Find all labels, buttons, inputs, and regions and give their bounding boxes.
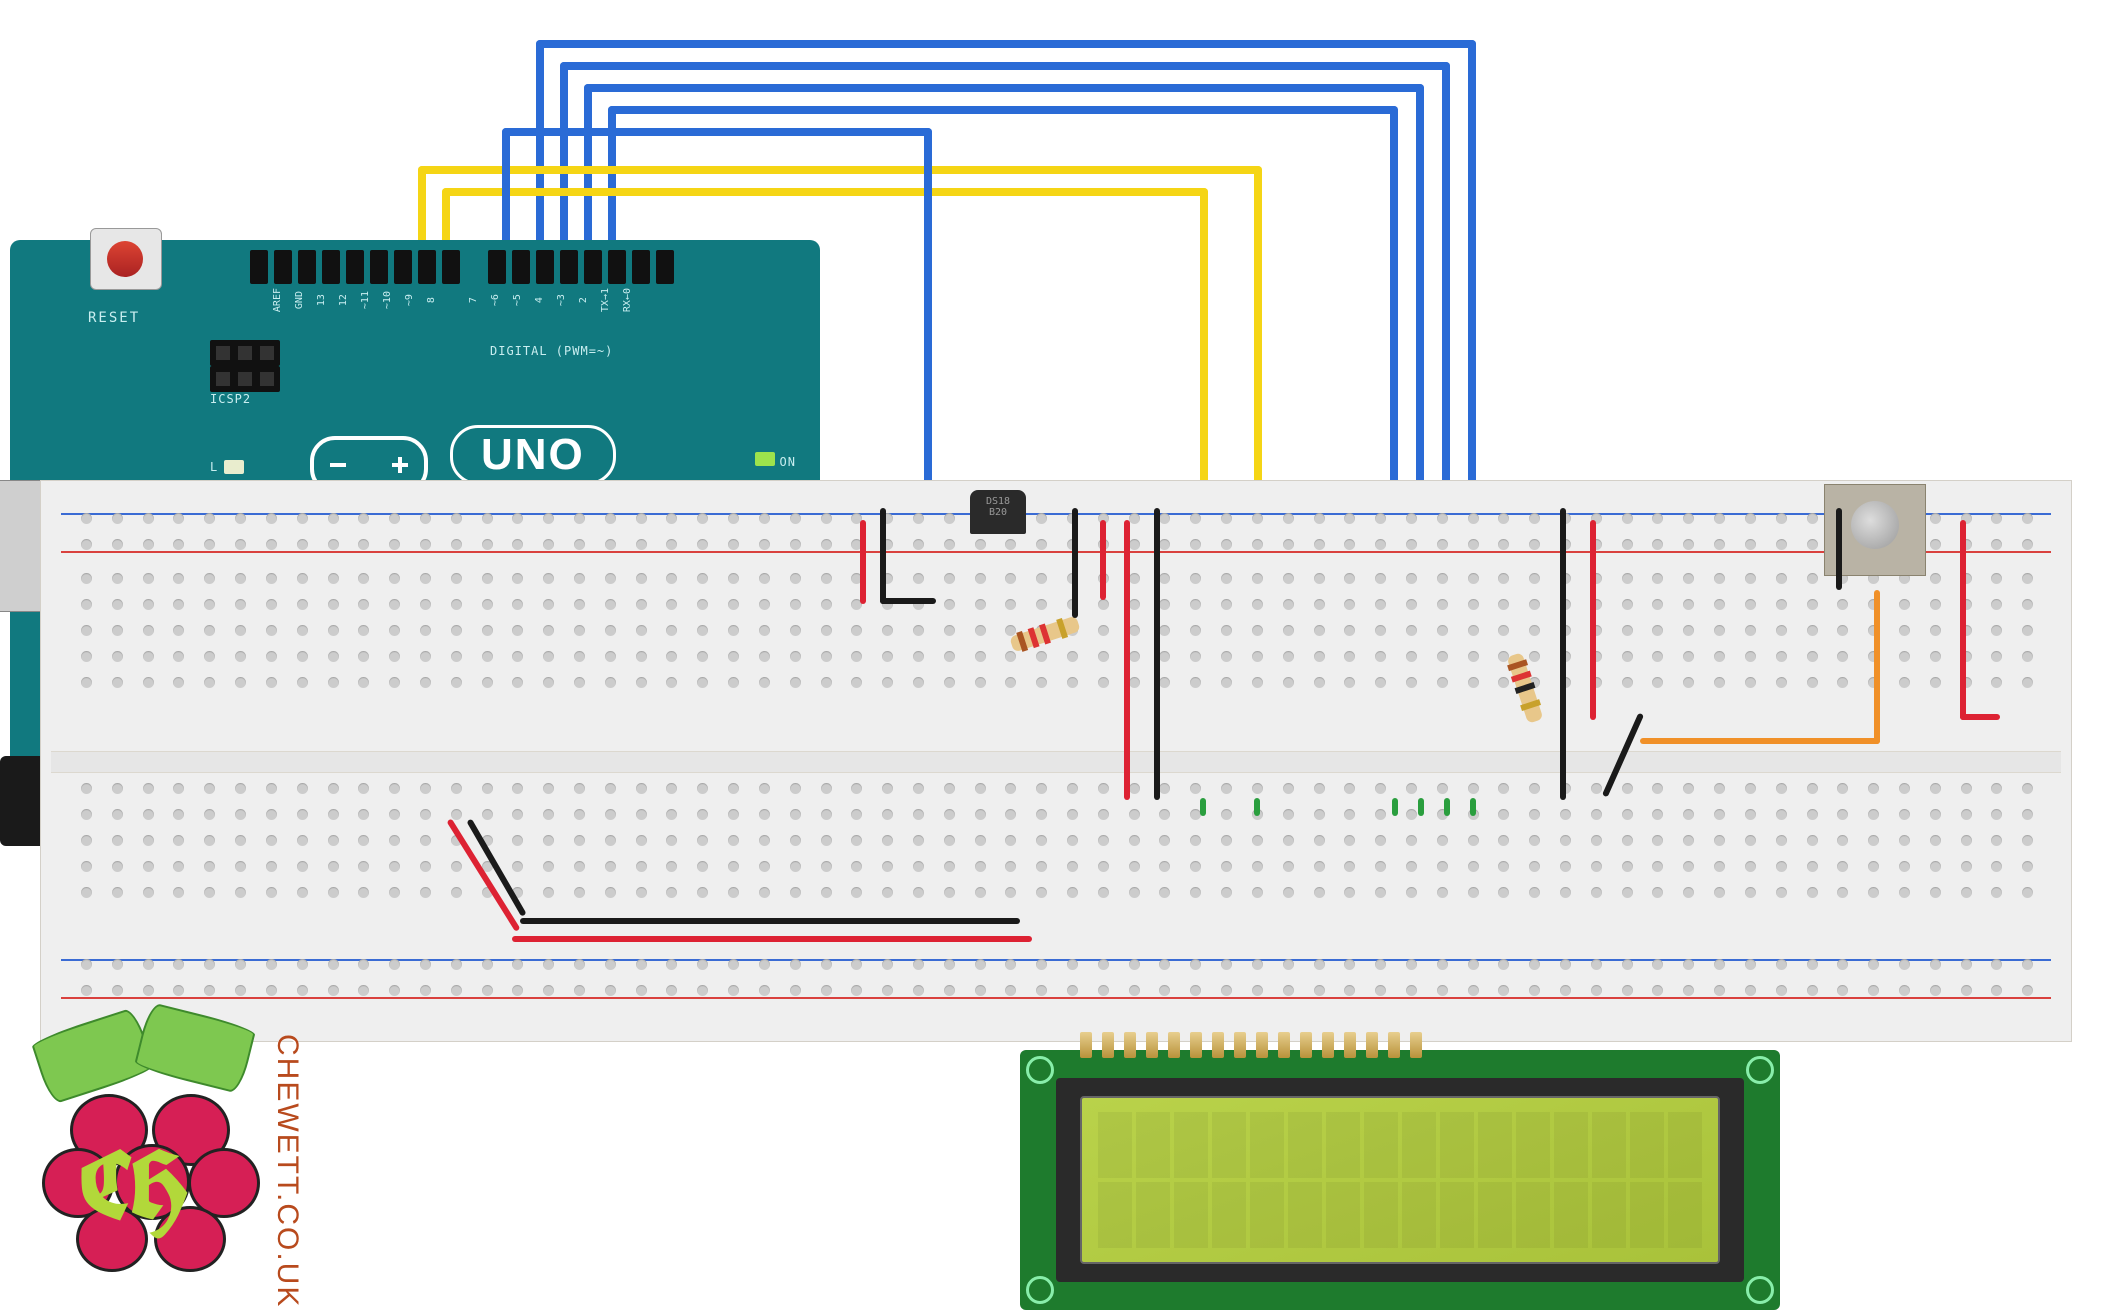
digital-header[interactable] [250,250,680,284]
wire-blue-4 [608,106,1398,114]
jumper-black-2 [1072,508,1078,618]
reset-button[interactable] [90,228,162,290]
jumper-black-4 [1560,508,1566,800]
digital-pin-labels: AREFGND 1312 ~11~10 ~98 7~6 ~54 ~32 TX→1… [250,288,640,312]
ds18b20-sensor: DS18 B20 [970,490,1026,534]
jumper-black-1 [880,508,886,604]
watermark-url: CHEWETT.CO.UK [270,1034,304,1308]
jumper-red-pot2 [1960,714,2000,720]
jumper-green-6 [1470,798,1476,816]
jumper-green-4 [1418,798,1424,816]
jumper-red-2 [1124,520,1130,800]
watermark-logo: CH CHEWETT.CO.UK [20,1014,290,1294]
jumper-red-3 [1100,520,1106,600]
wire-blue-sensor [502,128,932,136]
wire-blue-2 [560,62,1450,70]
jumper-red-4 [1590,520,1596,720]
wire-gnd-h [520,918,1020,924]
jumper-black-3 [1154,508,1160,800]
icsp2-header[interactable]: ICSP2 [210,340,280,406]
watermark-initials: CH [80,1122,188,1248]
reset-label: RESET [88,310,140,326]
breadboard [40,480,2072,1042]
wire-blue-2v [560,62,568,260]
wire-blue-1v [536,40,544,260]
jumper-green-5 [1444,798,1450,816]
jumper-green-2 [1254,798,1260,816]
jumper-green-1 [1200,798,1206,816]
wire-yellow-2 [442,188,1208,196]
wire-5v-h [512,936,1032,942]
jumper-black-1h [880,598,936,604]
jumper-black-pot [1836,508,1842,590]
jumper-red-pot [1960,520,1966,720]
wire-blue-1 [536,40,1476,48]
jumper-red-1 [860,520,866,604]
wire-blue-3 [584,84,1424,92]
lcd-16x2 [1020,1050,1780,1310]
wire-yellow-1 [418,166,1262,174]
jumper-orange [1640,738,1880,744]
on-led: ON [755,452,796,471]
jumper-green-3 [1392,798,1398,816]
jumper-orange-v [1874,590,1880,744]
digital-label: DIGITAL (PWM=~) [490,344,613,358]
